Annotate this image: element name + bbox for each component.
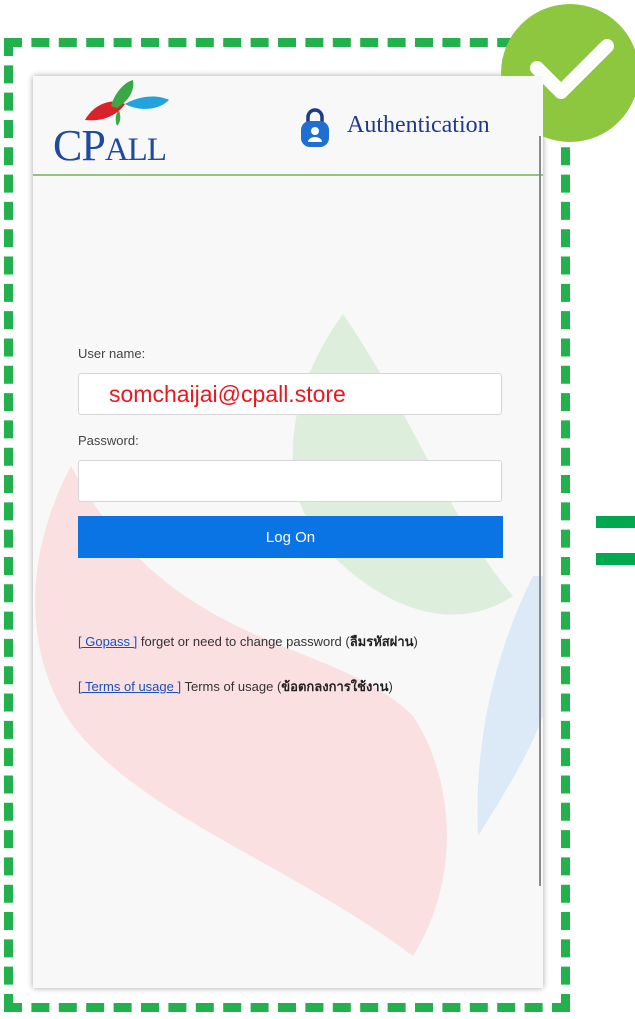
logo-letters-all: ALL	[104, 132, 167, 168]
lock-shield-icon	[301, 108, 329, 147]
logo-letter-p: P	[81, 121, 106, 170]
equals-sign-icon-lower-bar	[596, 553, 635, 565]
gopass-line: [ Gopass ] forget or need to change pass…	[78, 631, 418, 652]
terms-close-paren: )	[388, 679, 393, 694]
gopass-link[interactable]: [ Gopass ]	[78, 634, 137, 649]
header-bar: CPALL Authentication	[33, 76, 543, 176]
gopass-thai-text: ลืมรหัสผ่าน	[349, 634, 414, 649]
gopass-text: forget or need to change password (	[137, 634, 350, 649]
authentication-title: Authentication	[347, 112, 490, 138]
terms-of-usage-link[interactable]: [ Terms of usage ]	[78, 679, 181, 694]
cpall-logo: CPALL	[53, 80, 213, 170]
log-on-button[interactable]: Log On	[78, 516, 503, 558]
login-panel: CPALL Authentication User name: Password…	[33, 76, 543, 988]
scrollbar-track[interactable]	[539, 136, 541, 886]
equals-sign-icon	[596, 516, 635, 528]
password-label: Password:	[78, 433, 139, 448]
login-form: User name: Password: Log On [ Gopass ] f…	[33, 76, 543, 988]
terms-thai-text: ข้อตกลงการใช้งาน	[281, 679, 389, 694]
screenshot-stage: CPALL Authentication User name: Password…	[0, 0, 635, 1019]
logo-wordmark: CPALL	[53, 121, 167, 172]
terms-text: Terms of usage (	[181, 679, 282, 694]
terms-line: [ Terms of usage ] Terms of usage (ข้อตก…	[78, 676, 393, 697]
gopass-close-paren: )	[413, 634, 418, 649]
username-label: User name:	[78, 346, 146, 361]
password-input[interactable]	[78, 460, 502, 502]
logo-letter-c: C	[53, 121, 82, 170]
username-input[interactable]	[78, 373, 502, 415]
